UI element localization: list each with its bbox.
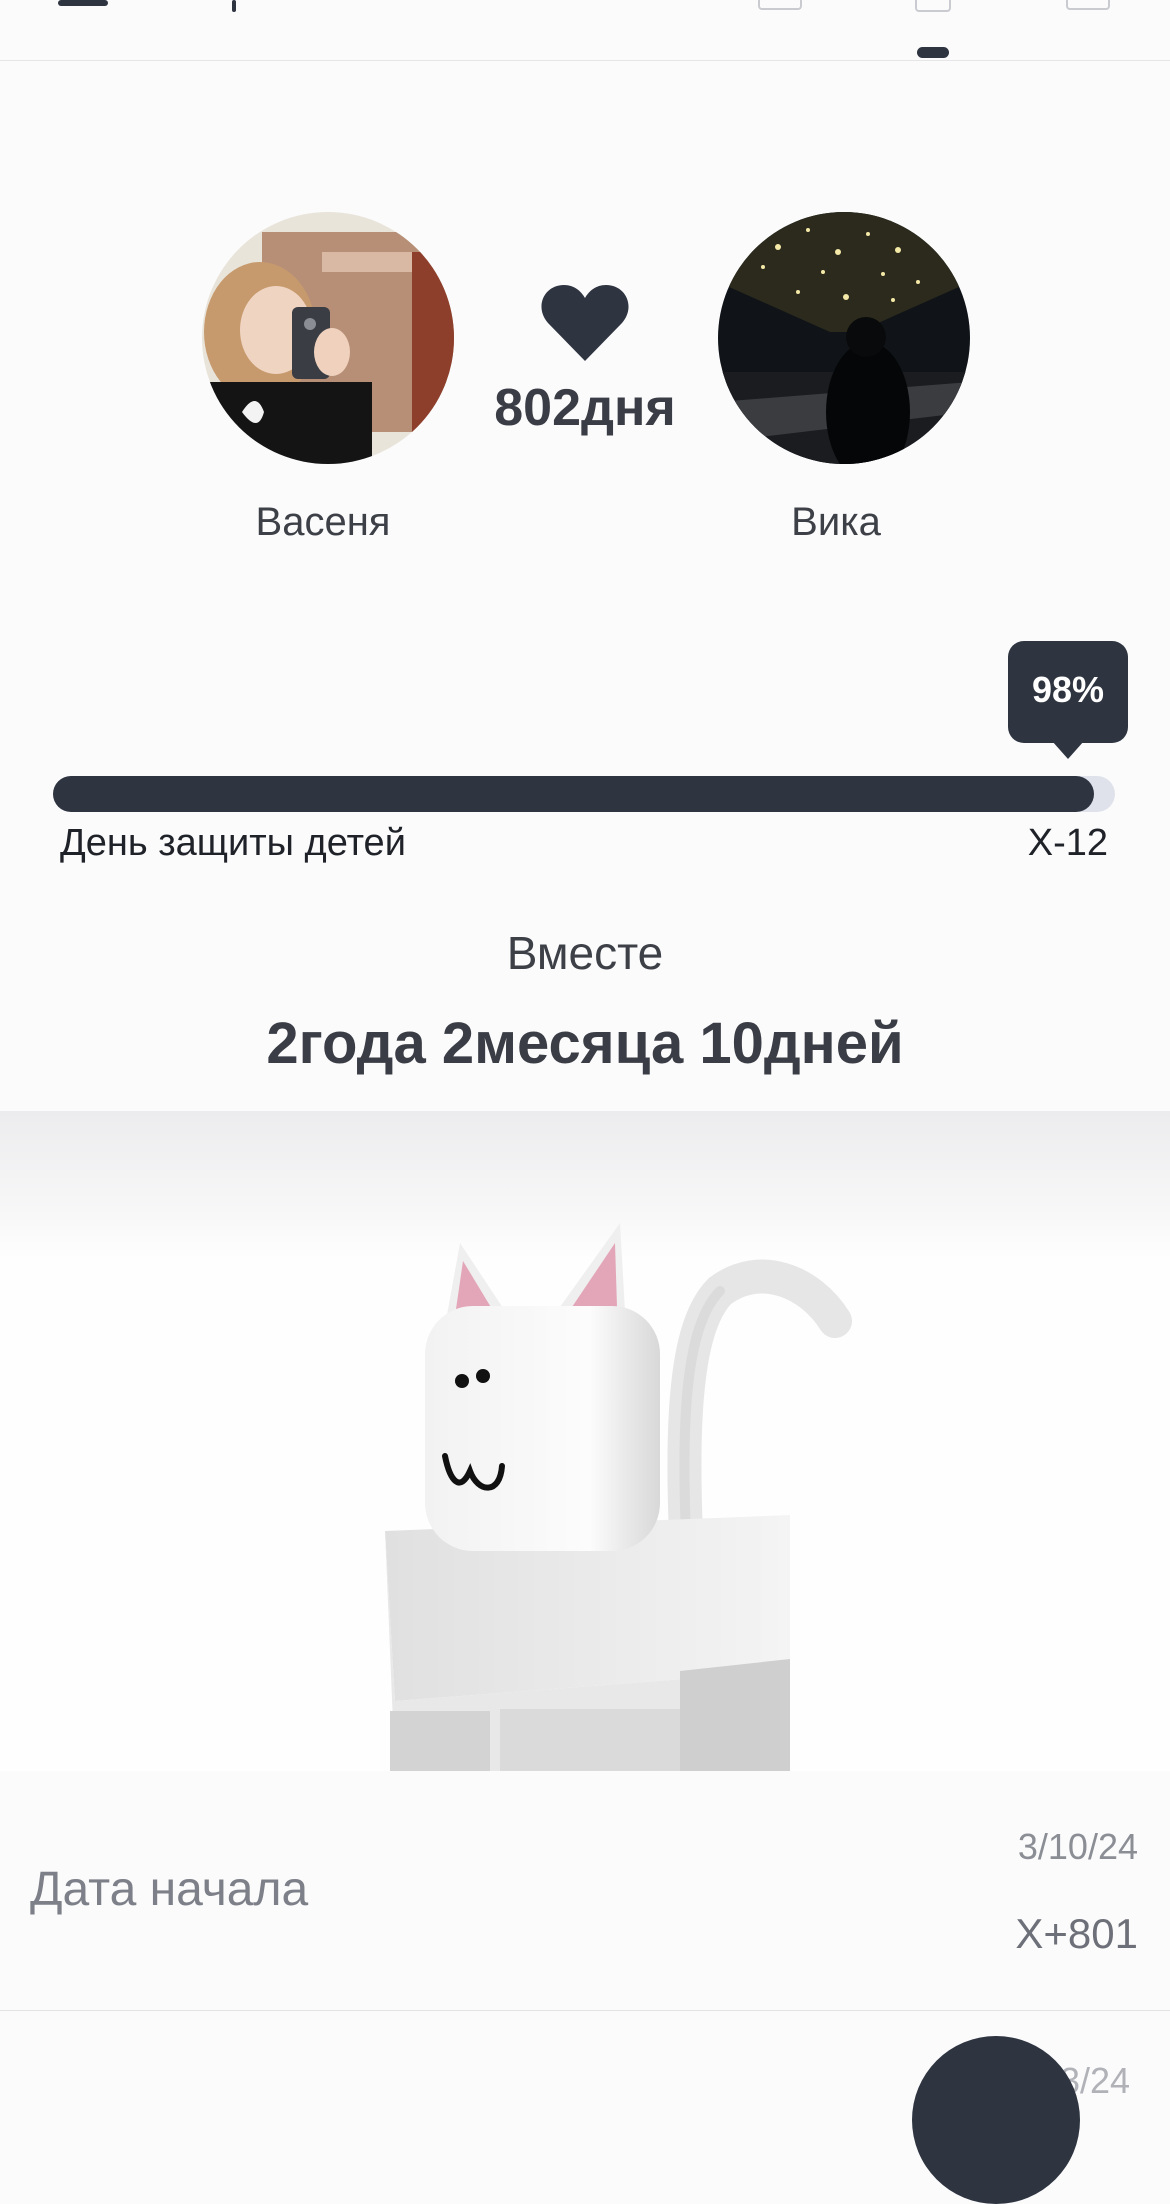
progress-tooltip: 98%	[1008, 641, 1128, 743]
progress-bar-fill	[53, 776, 1094, 812]
start-date-value: 3/10/24	[1017, 1826, 1138, 1867]
title-glyph	[232, 0, 236, 12]
start-date-counter: X+801	[1015, 1910, 1138, 1957]
left-partner-name: Васеня	[255, 500, 391, 544]
start-date-label: Дата начала	[30, 1863, 309, 1916]
together-label: Вместе	[506, 927, 664, 979]
grid-tab-icon[interactable]	[915, 0, 951, 12]
active-tab-indicator	[917, 47, 949, 58]
milestone-countdown: X-12	[1027, 822, 1108, 864]
milestone-event-name: День защиты детей	[60, 822, 406, 864]
days-counter: 802дня	[494, 379, 676, 437]
tooltip-arrow	[1052, 741, 1084, 759]
left-avatar[interactable]	[202, 212, 454, 464]
hamburger-menu-icon[interactable]	[58, 0, 108, 6]
list-divider	[0, 2010, 1170, 2011]
together-duration: 2года 2месяца 10дней	[266, 1011, 904, 1076]
right-avatar[interactable]	[718, 212, 970, 464]
heart-icon	[541, 285, 629, 361]
top-bar	[0, 0, 1170, 61]
cover-photo[interactable]	[0, 1111, 1170, 1771]
list-tab-icon[interactable]	[758, 0, 802, 10]
calendar-tab-icon[interactable]	[1066, 0, 1110, 10]
right-partner-name: Вика	[791, 500, 881, 544]
add-button[interactable]	[912, 2036, 1080, 2204]
cat-illustration	[385, 1223, 852, 1771]
